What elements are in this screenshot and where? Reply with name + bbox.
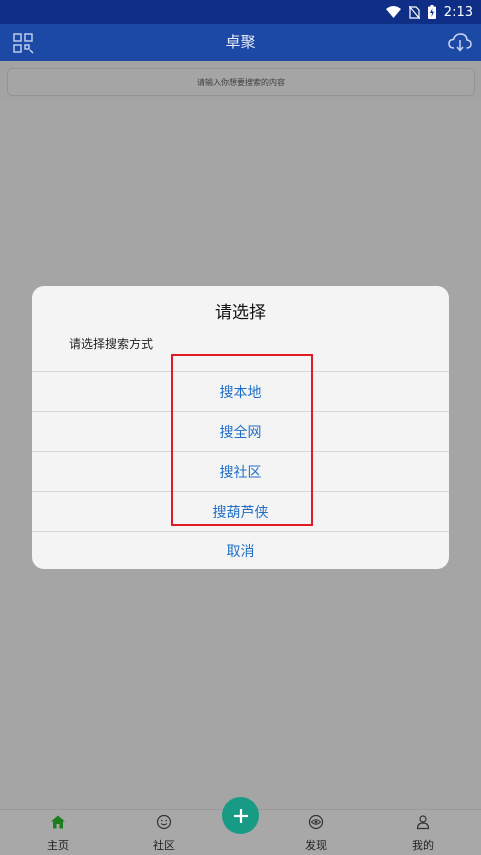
search-placeholder: 请输入你想要搜索的内容 (197, 77, 285, 87)
no-sim-icon (408, 5, 420, 19)
status-icons: 2:13 (385, 3, 473, 21)
plus-icon (233, 808, 248, 823)
search-area: 请输入你想要搜索的内容 (0, 61, 481, 101)
dialog-title: 请选择 (215, 303, 266, 323)
eye-icon (308, 814, 324, 830)
tab-discover[interactable]: 发现 (286, 814, 346, 854)
tab-discover-label: 发现 (305, 839, 327, 852)
dialog-message: 请选择搜索方式 (69, 337, 154, 351)
search-mode-dialog: 请选择 请选择搜索方式 搜本地 搜全网 搜社区 搜葫芦侠 取消 (32, 286, 449, 569)
tab-home[interactable]: 主页 (28, 814, 88, 854)
tab-community-label: 社区 (153, 839, 175, 852)
dialog-options: 搜本地 搜全网 搜社区 搜葫芦侠 取消 (32, 371, 449, 569)
app-bar: 卓聚 (0, 24, 481, 61)
app-title: 卓聚 (225, 33, 256, 51)
tab-mine[interactable]: 我的 (393, 814, 453, 854)
status-time: 2:13 (443, 4, 473, 20)
search-input[interactable]: 请输入你想要搜索的内容 (7, 68, 475, 96)
option-search-local[interactable]: 搜本地 (32, 371, 449, 411)
tab-mine-label: 我的 (412, 839, 434, 852)
battery-charging-icon (427, 5, 436, 19)
option-search-huluxia[interactable]: 搜葫芦侠 (32, 491, 449, 531)
add-button[interactable] (222, 797, 259, 834)
cloud-download-icon[interactable] (447, 30, 473, 54)
tab-community[interactable]: 社区 (134, 814, 194, 854)
smile-icon (156, 814, 172, 830)
wifi-icon (385, 6, 401, 18)
option-search-community[interactable]: 搜社区 (32, 451, 449, 491)
option-search-web[interactable]: 搜全网 (32, 411, 449, 451)
person-icon (416, 815, 430, 830)
tab-home-label: 主页 (47, 839, 69, 852)
home-icon (51, 815, 65, 829)
status-bar: 2:13 (0, 0, 481, 24)
cancel-button[interactable]: 取消 (32, 531, 449, 569)
